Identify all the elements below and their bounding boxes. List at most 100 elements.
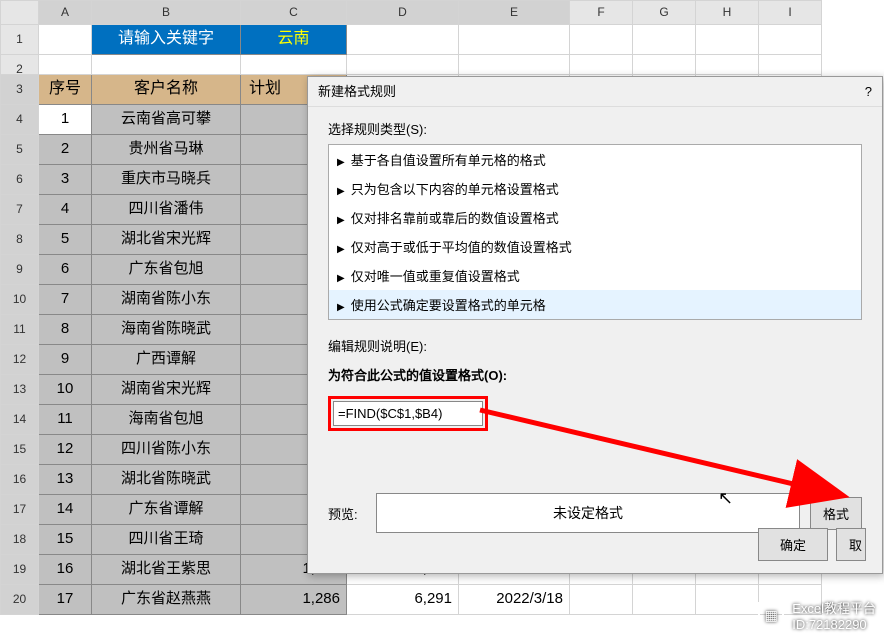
row-header[interactable]: 7	[0, 195, 39, 225]
cell-seq[interactable]: 3	[39, 165, 92, 195]
cell[interactable]	[347, 25, 459, 55]
cell-name[interactable]: 广东省赵燕燕	[92, 585, 241, 615]
rule-type-item[interactable]: 仅对高于或低于平均值的数值设置格式	[329, 232, 861, 261]
row-header[interactable]: 1	[0, 25, 39, 55]
cell[interactable]	[241, 55, 347, 75]
cell-seq[interactable]: 11	[39, 405, 92, 435]
cell-name[interactable]: 广东省谭解	[92, 495, 241, 525]
table-header[interactable]: 客户名称	[92, 75, 241, 105]
cell-value[interactable]: 1,286	[241, 585, 347, 615]
cell-seq[interactable]: 13	[39, 465, 92, 495]
col-header-b[interactable]: B	[92, 0, 241, 25]
col-header-c[interactable]: C	[241, 0, 347, 25]
cell[interactable]	[570, 585, 633, 615]
cell-seq[interactable]: 12	[39, 435, 92, 465]
row-header[interactable]: 10	[0, 285, 39, 315]
row-header[interactable]: 17	[0, 495, 39, 525]
cell-name[interactable]: 广东省包旭	[92, 255, 241, 285]
rule-type-list[interactable]: 基于各自值设置所有单元格的格式 只为包含以下内容的单元格设置格式 仅对排名靠前或…	[328, 144, 862, 320]
cell[interactable]	[633, 585, 696, 615]
cell-name[interactable]: 四川省潘伟	[92, 195, 241, 225]
rule-type-item[interactable]: 仅对排名靠前或靠后的数值设置格式	[329, 203, 861, 232]
row-header[interactable]: 15	[0, 435, 39, 465]
cell-seq[interactable]: 1	[39, 105, 92, 135]
cell[interactable]: 2022/3/18	[459, 585, 570, 615]
col-header-i[interactable]: I	[759, 0, 822, 25]
row-header[interactable]: 5	[0, 135, 39, 165]
cell-name[interactable]: 海南省陈晓武	[92, 315, 241, 345]
rule-type-item[interactable]: 基于各自值设置所有单元格的格式	[329, 145, 861, 174]
cancel-button[interactable]: 取	[836, 528, 866, 561]
cell[interactable]	[633, 25, 696, 55]
cell[interactable]	[92, 55, 241, 75]
dialog-titlebar[interactable]: 新建格式规则 ?	[308, 77, 882, 107]
cell-seq[interactable]: 8	[39, 315, 92, 345]
rule-type-item[interactable]: 只为包含以下内容的单元格设置格式	[329, 174, 861, 203]
cell-seq[interactable]: 9	[39, 345, 92, 375]
cell-seq[interactable]: 15	[39, 525, 92, 555]
cell-seq[interactable]: 2	[39, 135, 92, 165]
cell-name[interactable]: 湖南省宋光辉	[92, 375, 241, 405]
col-header-g[interactable]: G	[633, 0, 696, 25]
cell-name[interactable]: 湖南省陈小东	[92, 285, 241, 315]
cell[interactable]	[696, 55, 759, 75]
cell[interactable]	[696, 25, 759, 55]
cell-name[interactable]: 重庆市马晓兵	[92, 165, 241, 195]
table-header[interactable]: 序号	[39, 75, 92, 105]
keyword-value-cell[interactable]: 云南	[241, 25, 347, 55]
rule-type-item[interactable]: 仅对唯一值或重复值设置格式	[329, 261, 861, 290]
cell[interactable]	[633, 55, 696, 75]
cell-name[interactable]: 湖北省王紫思	[92, 555, 241, 585]
row-header[interactable]: 3	[0, 75, 39, 105]
cell[interactable]	[570, 25, 633, 55]
cell[interactable]: 6,291	[347, 585, 459, 615]
cell[interactable]	[759, 55, 822, 75]
cell[interactable]	[459, 25, 570, 55]
row-header[interactable]: 8	[0, 225, 39, 255]
rule-type-item-selected[interactable]: 使用公式确定要设置格式的单元格	[329, 290, 861, 319]
row-header[interactable]: 19	[0, 555, 39, 585]
cell-seq[interactable]: 7	[39, 285, 92, 315]
cell-seq[interactable]: 10	[39, 375, 92, 405]
cell-name[interactable]: 湖北省宋光辉	[92, 225, 241, 255]
cell-name[interactable]: 贵州省马琳	[92, 135, 241, 165]
col-header-a[interactable]: A	[39, 0, 92, 25]
formula-input[interactable]	[333, 401, 483, 426]
cell-name[interactable]: 四川省陈小东	[92, 435, 241, 465]
cell-seq[interactable]: 17	[39, 585, 92, 615]
col-header-e[interactable]: E	[459, 0, 570, 25]
cell[interactable]	[459, 55, 570, 75]
row-header[interactable]: 6	[0, 165, 39, 195]
cell-name[interactable]: 四川省王琦	[92, 525, 241, 555]
cell-name[interactable]: 海南省包旭	[92, 405, 241, 435]
select-all-corner[interactable]	[0, 0, 39, 25]
row-header[interactable]: 18	[0, 525, 39, 555]
cell-seq[interactable]: 6	[39, 255, 92, 285]
row-header[interactable]: 20	[0, 585, 39, 615]
col-header-f[interactable]: F	[570, 0, 633, 25]
row-header[interactable]: 16	[0, 465, 39, 495]
row-header[interactable]: 4	[0, 105, 39, 135]
help-icon[interactable]: ?	[865, 77, 872, 106]
cell[interactable]	[570, 55, 633, 75]
ok-button[interactable]: 确定	[758, 528, 828, 561]
cell-seq[interactable]: 4	[39, 195, 92, 225]
cell[interactable]	[347, 55, 459, 75]
row-header[interactable]: 9	[0, 255, 39, 285]
row-header[interactable]: 14	[0, 405, 39, 435]
cell-name[interactable]: 广西谭解	[92, 345, 241, 375]
row-header[interactable]: 12	[0, 345, 39, 375]
row-header[interactable]: 2	[0, 55, 39, 75]
cell-seq[interactable]: 14	[39, 495, 92, 525]
cell[interactable]	[759, 25, 822, 55]
format-button[interactable]: 格式	[810, 497, 862, 530]
cell-seq[interactable]: 16	[39, 555, 92, 585]
cell-name[interactable]: 云南省高可攀	[92, 105, 241, 135]
col-header-d[interactable]: D	[347, 0, 459, 25]
cell[interactable]	[696, 585, 759, 615]
row-header[interactable]: 11	[0, 315, 39, 345]
cell-seq[interactable]: 5	[39, 225, 92, 255]
row-header[interactable]: 13	[0, 375, 39, 405]
cell[interactable]	[39, 25, 92, 55]
keyword-prompt-cell[interactable]: 请输入关键字	[92, 25, 241, 55]
